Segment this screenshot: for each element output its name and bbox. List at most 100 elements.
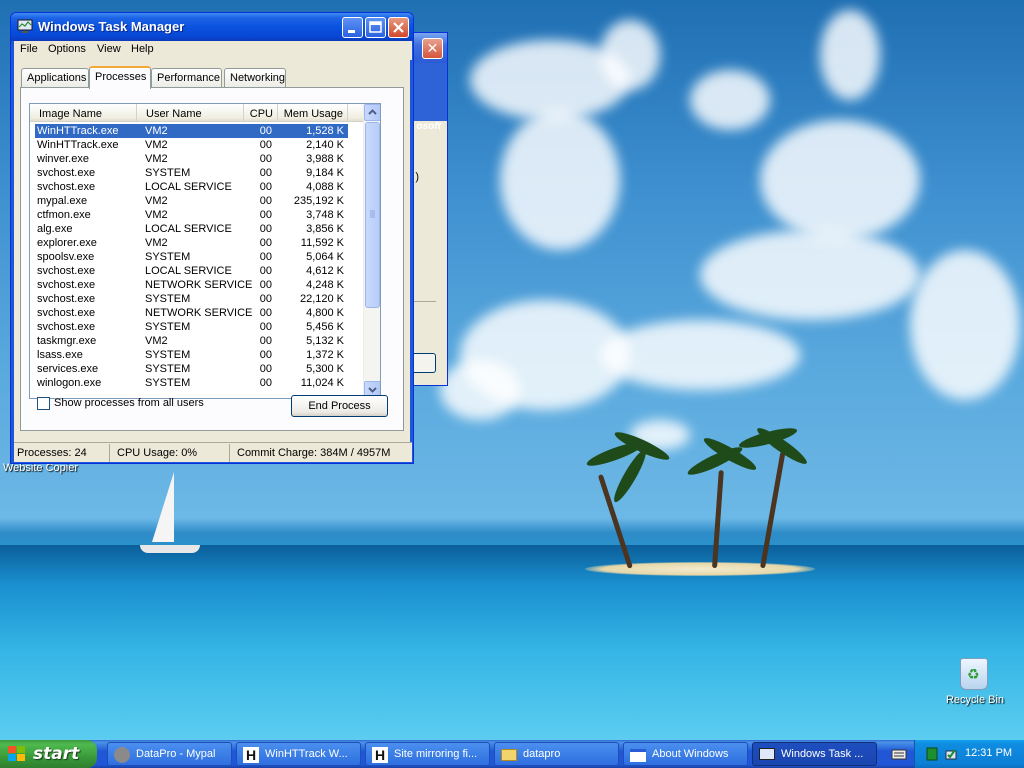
table-row[interactable]: svchost.exe LOCAL SERVICE 00 4,088 K: [30, 180, 364, 194]
scroll-thumb[interactable]: [365, 122, 380, 308]
cell-cpu: 00: [259, 307, 272, 319]
cell-image-name: winlogon.exe: [37, 377, 102, 389]
cell-image-name: WinHTTrack.exe: [37, 139, 119, 151]
task-manager-title: Windows Task Manager: [38, 19, 185, 34]
cell-user-name: VM2: [145, 209, 168, 221]
column-cpu[interactable]: CPU: [244, 104, 278, 122]
column-user-name[interactable]: User Name: [137, 104, 244, 122]
taskbar-button[interactable]: H Site mirroring fi...: [365, 742, 490, 766]
table-row[interactable]: svchost.exe SYSTEM 00 5,456 K: [30, 320, 364, 334]
tab-processes[interactable]: Processes: [89, 66, 151, 89]
cell-mem-usage: 5,456 K: [306, 321, 344, 333]
cell-image-name: svchost.exe: [37, 279, 96, 291]
island: [585, 562, 815, 576]
cell-mem-usage: 1,528 K: [306, 125, 344, 137]
table-row[interactable]: alg.exe LOCAL SERVICE 00 3,856 K: [30, 222, 364, 236]
taskbar: start DataPro - Mypal H WinHTTrack W... H Si…: [0, 740, 1024, 768]
cell-user-name: VM2: [145, 335, 168, 347]
end-process-button[interactable]: End Process: [291, 395, 388, 417]
cell-user-name: VM2: [145, 237, 168, 249]
safely-remove-hardware-icon[interactable]: [943, 746, 959, 762]
taskbar-button[interactable]: About Windows: [623, 742, 748, 766]
table-row[interactable]: lsass.exe SYSTEM 00 1,372 K: [30, 348, 364, 362]
cell-image-name: explorer.exe: [37, 237, 97, 249]
cell-image-name: alg.exe: [37, 223, 73, 235]
table-row[interactable]: svchost.exe SYSTEM 00 22,120 K: [30, 292, 364, 306]
cell-user-name: LOCAL SERVICE: [145, 181, 232, 193]
table-row[interactable]: taskmgr.exe VM2 00 5,132 K: [30, 334, 364, 348]
taskbar-button[interactable]: DataPro - Mypal: [107, 742, 232, 766]
table-row[interactable]: svchost.exe NETWORK SERVICE 00 4,248 K: [30, 278, 364, 292]
cell-mem-usage: 4,800 K: [306, 307, 344, 319]
scroll-up-button[interactable]: [364, 104, 380, 121]
menu-file[interactable]: File: [20, 43, 38, 55]
table-row[interactable]: spoolsv.exe SYSTEM 00 5,064 K: [30, 250, 364, 264]
cell-mem-usage: 9,184 K: [306, 167, 344, 179]
cloud: [440, 360, 520, 420]
cell-image-name: svchost.exe: [37, 307, 96, 319]
task-manager-titlebar[interactable]: Windows Task Manager: [11, 13, 413, 41]
taskbar-button-label: DataPro - Mypal: [136, 748, 216, 760]
cell-user-name: SYSTEM: [145, 363, 191, 375]
cell-image-name: services.exe: [37, 363, 99, 375]
taskbar-button[interactable]: H WinHTTrack W...: [236, 742, 361, 766]
minimize-button[interactable]: [342, 17, 363, 38]
table-row[interactable]: svchost.exe NETWORK SERVICE 00 4,800 K: [30, 306, 364, 320]
cell-user-name: SYSTEM: [145, 377, 191, 389]
start-button[interactable]: start: [0, 740, 97, 768]
cell-user-name: VM2: [145, 195, 168, 207]
table-row[interactable]: winver.exe VM2 00 3,988 K: [30, 152, 364, 166]
table-row[interactable]: ctfmon.exe VM2 00 3,748 K: [30, 208, 364, 222]
cell-cpu: 00: [259, 363, 272, 375]
show-all-processes-label[interactable]: Show processes from all users: [54, 397, 204, 409]
cell-user-name: SYSTEM: [145, 349, 191, 361]
cell-mem-usage: 5,064 K: [306, 251, 344, 263]
taskbar-button[interactable]: Windows Task ...: [752, 742, 877, 766]
taskbar-button[interactable]: datapro: [494, 742, 619, 766]
about-windows-close-button[interactable]: ✕: [422, 38, 443, 59]
column-mem-usage[interactable]: Mem Usage: [278, 104, 348, 122]
menu-bar: File Options View Help: [14, 41, 412, 60]
cell-cpu: 00: [259, 223, 272, 235]
process-list[interactable]: Image Name User Name CPU Mem Usage WinHT…: [29, 103, 381, 399]
taskmgr-icon: [759, 748, 775, 760]
table-row[interactable]: mypal.exe VM2 00 235,192 K: [30, 194, 364, 208]
menu-help[interactable]: Help: [131, 43, 154, 55]
tab-performance[interactable]: Performance: [151, 68, 222, 88]
cell-cpu: 00: [259, 265, 272, 277]
cell-image-name: svchost.exe: [37, 167, 96, 179]
close-button[interactable]: [388, 17, 409, 38]
menu-options[interactable]: Options: [48, 43, 86, 55]
cell-cpu: 00: [259, 237, 272, 249]
cell-mem-usage: 3,988 K: [306, 153, 344, 165]
cell-user-name: VM2: [145, 125, 168, 137]
task-manager-window[interactable]: Windows Task Manager File Options View H…: [10, 12, 414, 464]
table-row[interactable]: explorer.exe VM2 00 11,592 K: [30, 236, 364, 250]
table-row[interactable]: WinHTTrack.exe VM2 00 2,140 K: [30, 138, 364, 152]
tab-applications[interactable]: Applications: [21, 68, 89, 88]
recycle-bin[interactable]: ♻ Recycle Bin: [940, 654, 1010, 709]
tab-networking[interactable]: Networking: [224, 68, 286, 88]
maximize-button[interactable]: [365, 17, 386, 38]
table-row[interactable]: WinHTTrack.exe VM2 00 1,528 K: [30, 124, 364, 138]
checkbox-box[interactable]: [37, 397, 50, 410]
cell-user-name: VM2: [145, 139, 168, 151]
process-list-scrollbar[interactable]: [363, 104, 380, 398]
table-row[interactable]: svchost.exe SYSTEM 00 9,184 K: [30, 166, 364, 180]
table-row[interactable]: winlogon.exe SYSTEM 00 11,024 K: [30, 376, 364, 390]
menu-view[interactable]: View: [97, 43, 121, 55]
sailboat-hull: [140, 545, 200, 553]
cell-user-name: NETWORK SERVICE: [145, 279, 253, 291]
keyboard-icon[interactable]: [891, 746, 907, 762]
cell-image-name: taskmgr.exe: [37, 335, 97, 347]
cell-cpu: 00: [259, 349, 272, 361]
table-row[interactable]: svchost.exe LOCAL SERVICE 00 4,612 K: [30, 264, 364, 278]
cell-mem-usage: 4,088 K: [306, 181, 344, 193]
column-image-name[interactable]: Image Name: [30, 104, 137, 122]
table-row[interactable]: services.exe SYSTEM 00 5,300 K: [30, 362, 364, 376]
taskbar-clock[interactable]: 12:31 PM: [965, 747, 1012, 759]
cell-image-name: spoolsv.exe: [37, 251, 95, 263]
green-app-tray-icon[interactable]: [925, 746, 939, 762]
cloud: [820, 10, 880, 100]
cell-cpu: 00: [259, 321, 272, 333]
